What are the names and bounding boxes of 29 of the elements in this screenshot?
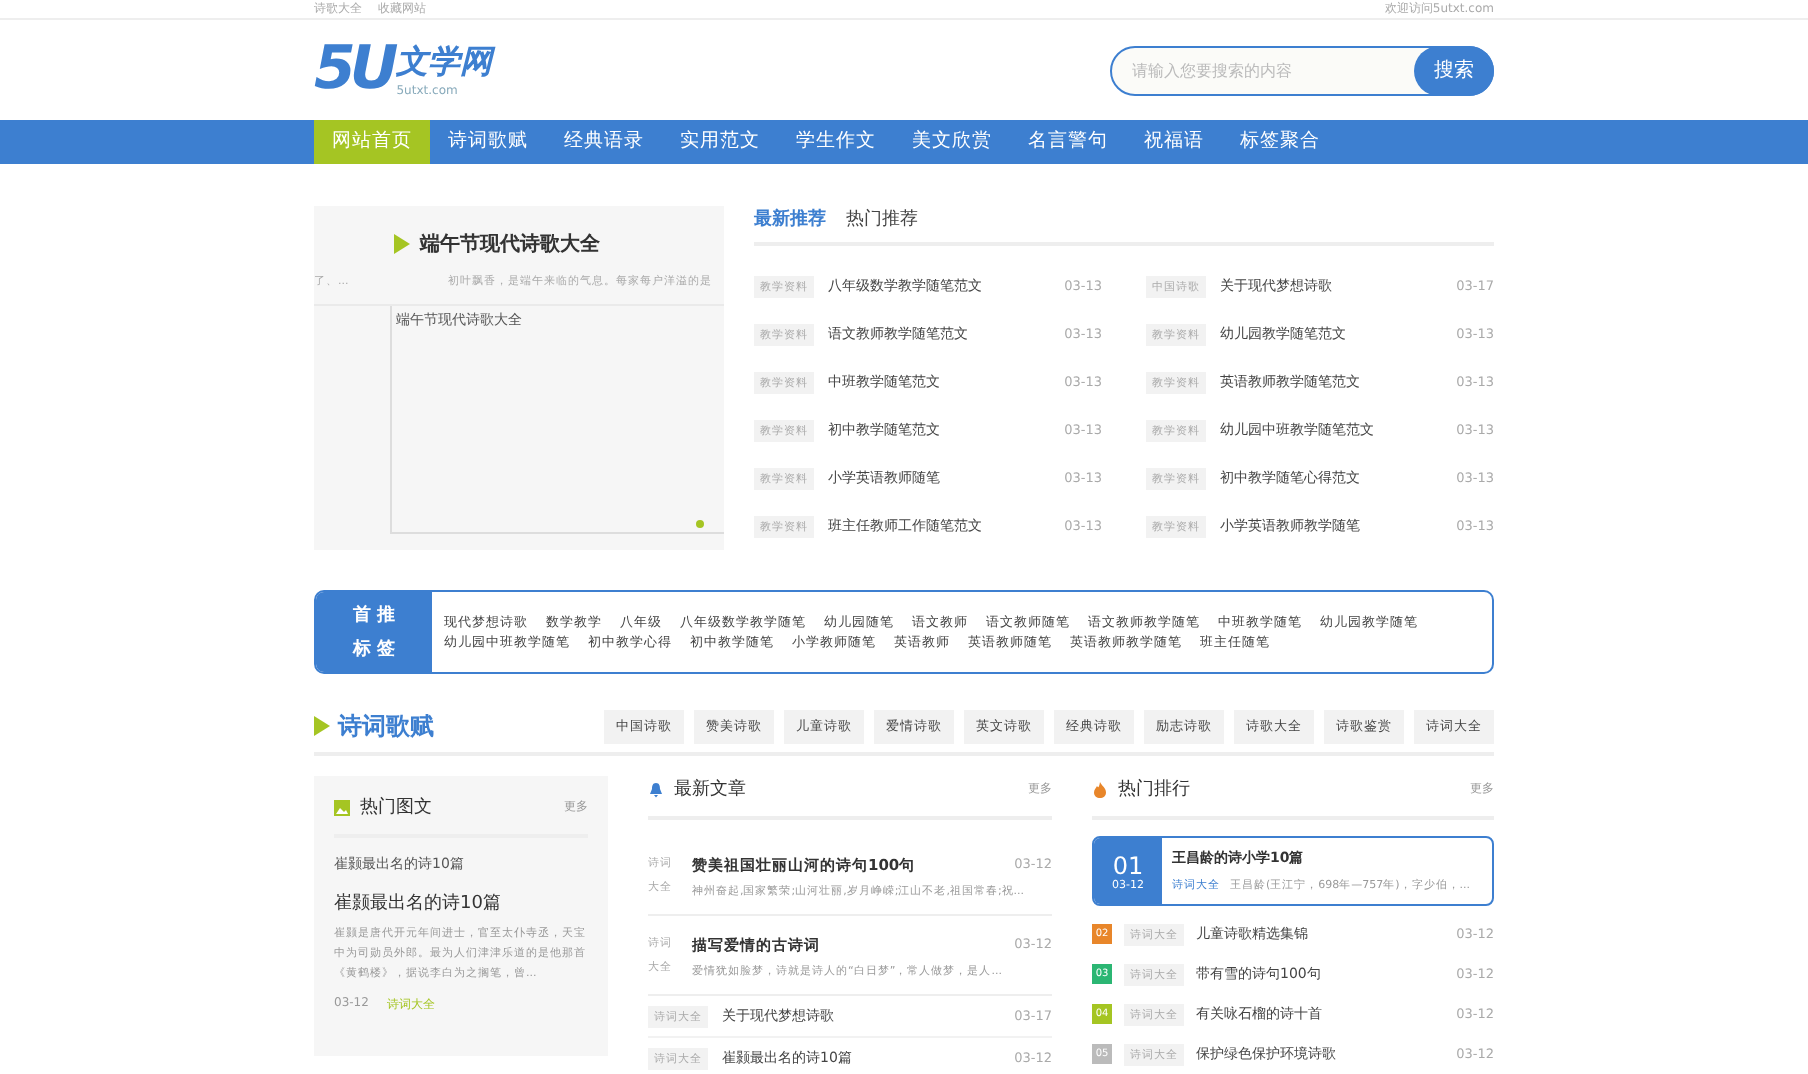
tags-label: 首 推 [352,603,396,628]
search-button[interactable]: 搜索 [1414,45,1494,95]
nav-item[interactable]: 美文欣赏 [894,120,1010,164]
flame-icon [1092,781,1108,797]
column-title: 热门图文 [360,795,432,820]
logo-name[interactable]: 文学网 [396,42,493,84]
list-tab[interactable]: 最新推荐 [754,206,826,242]
nav-item[interactable]: 学生作文 [778,120,894,164]
nav-item[interactable]: 祝福语 [1126,120,1222,164]
search-field[interactable]: 请输入您要搜索的内容 搜索 [1110,45,1494,95]
bell-icon [648,781,664,797]
nav-item[interactable]: 名言警句 [1010,120,1126,164]
tags-label: 标 签 [352,637,396,662]
nav-item[interactable]: 诗词歌赋 [430,120,546,164]
image-icon [334,799,350,815]
play-icon [314,716,330,736]
play-icon [394,234,410,254]
nav-item[interactable]: 经典语录 [546,120,662,164]
column-title: 最新文章 [674,777,746,802]
list-tab[interactable]: 热门推荐 [846,206,918,242]
nav-item[interactable]: 标签聚合 [1222,120,1338,164]
logo-mark[interactable]: 5U [314,42,393,98]
slide-dot[interactable] [696,520,704,528]
section-title: 诗词歌赋 [338,709,434,743]
article-headline[interactable]: 崔颢最出名的诗10篇 [334,890,588,916]
rank-number: 01 [1112,851,1144,879]
column-title: 热门排行 [1118,777,1190,802]
nav-item[interactable]: 实用范文 [662,120,778,164]
feature-title[interactable]: 端午节现代诗歌大全 [420,230,600,258]
